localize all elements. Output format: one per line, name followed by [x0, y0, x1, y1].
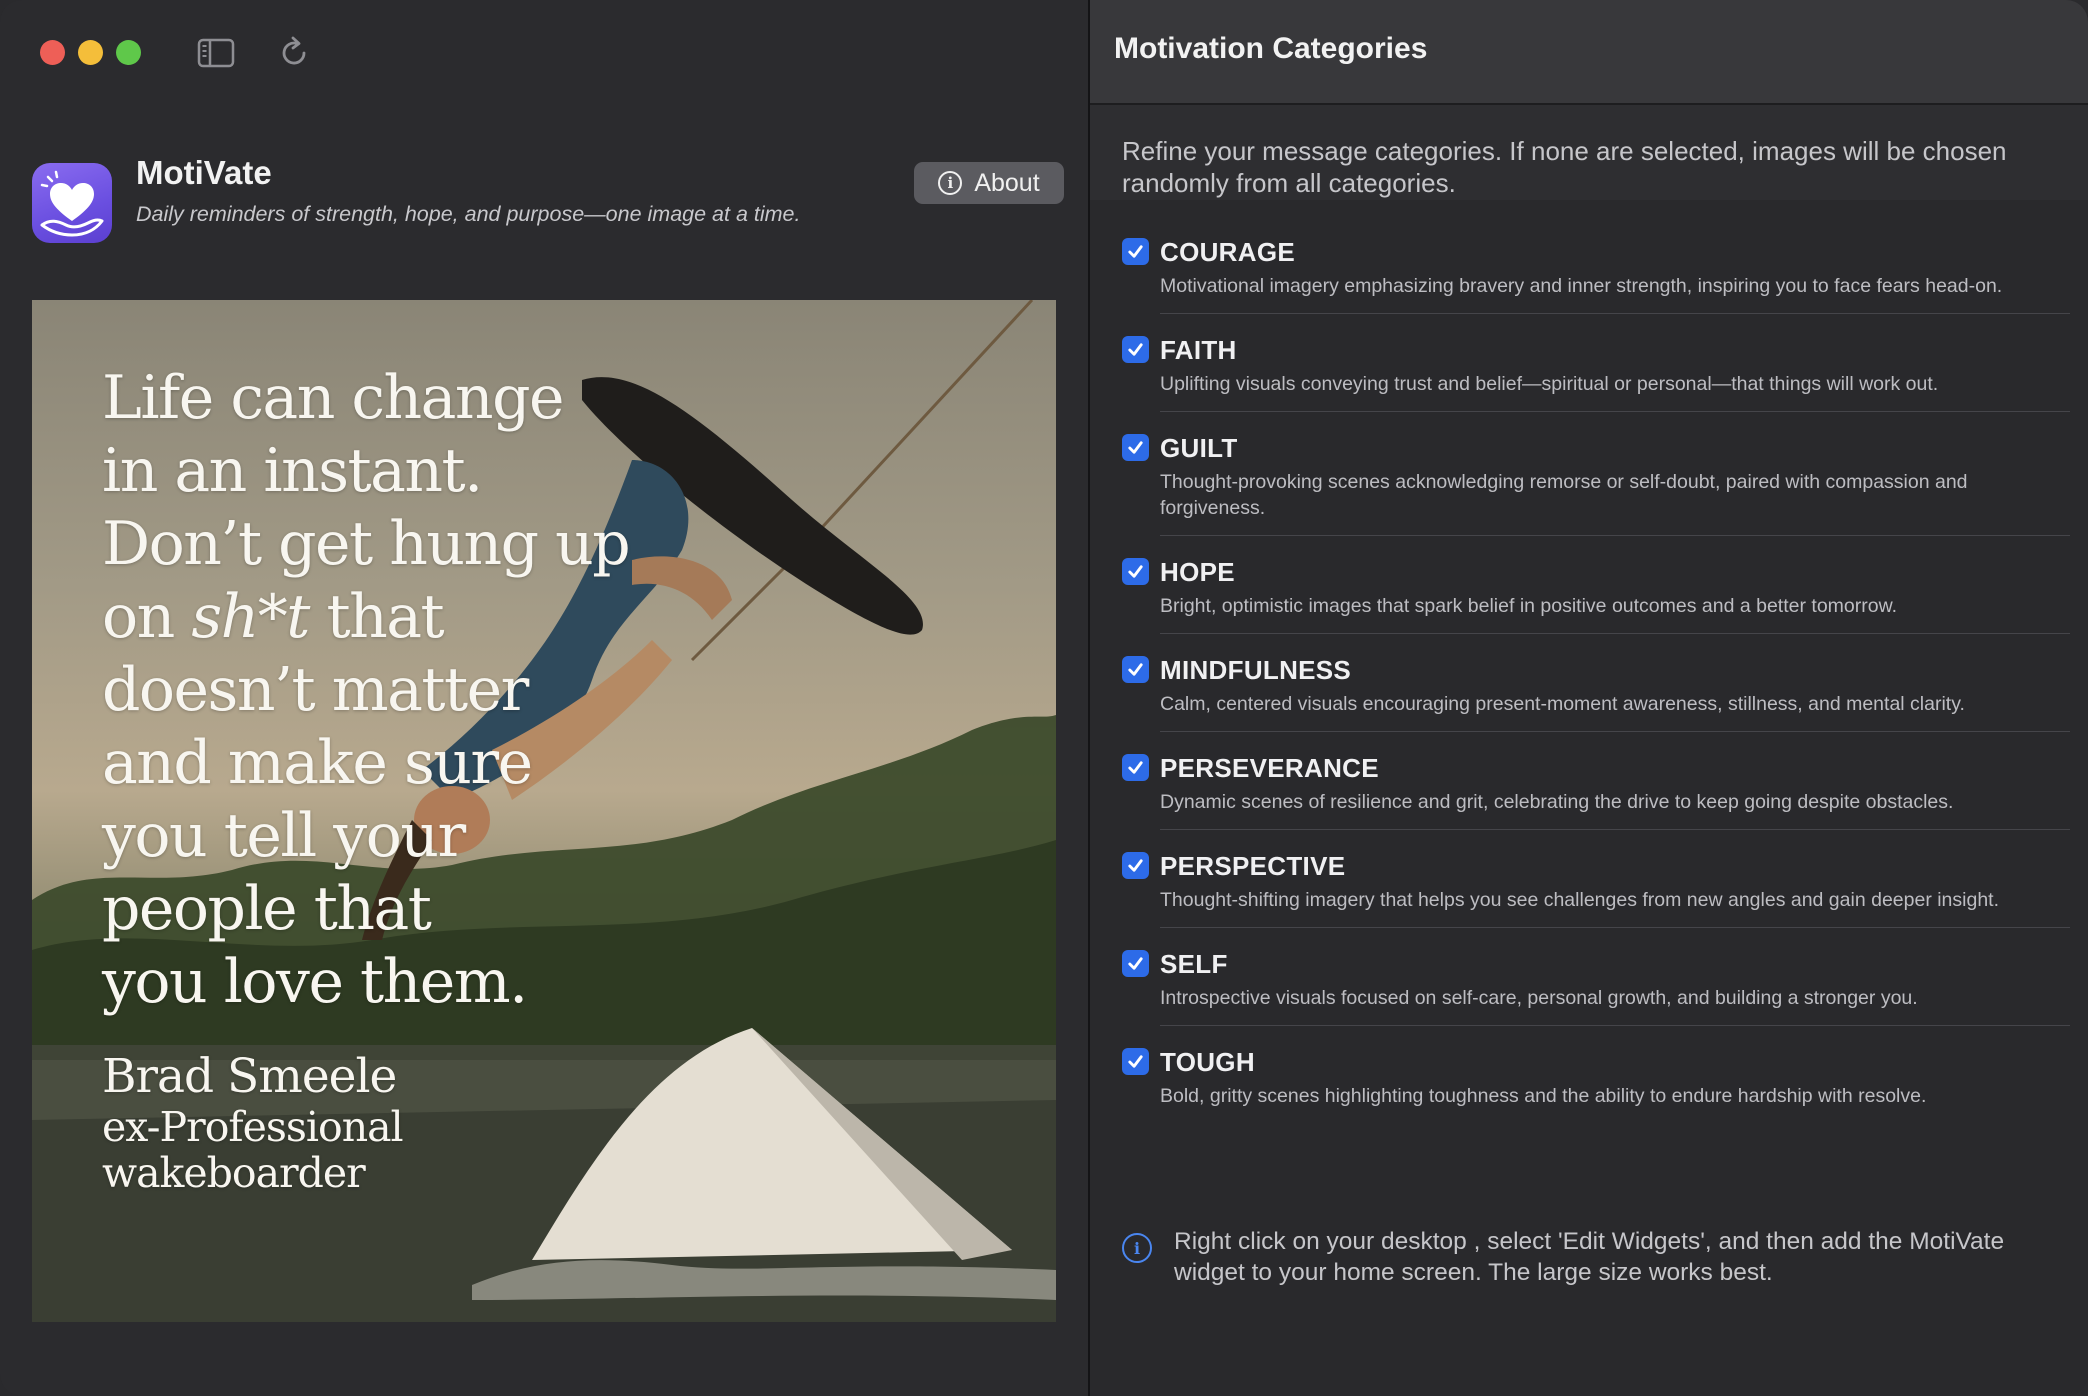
checkmark-icon: [1128, 859, 1143, 872]
category-description: Uplifting visuals conveying trust and be…: [1160, 373, 1939, 395]
hint-text: Right click on your desktop , select 'Ed…: [1174, 1228, 2005, 1286]
category-description: Thought-shifting imagery that helps you …: [1160, 889, 2000, 911]
zoom-button[interactable]: [116, 40, 141, 65]
category-divider: [1160, 535, 2070, 536]
category-item-mindfulness: MINDFULNESS Calm, centered visuals encour…: [1122, 652, 2070, 717]
motivation-image: Life can change in an instant. Don’t get…: [32, 300, 1056, 1322]
quote-line: doesn’t matter: [102, 655, 529, 725]
checkmark-icon: [1128, 1055, 1143, 1068]
intro-banner: Refine your message categories. If none …: [1090, 105, 2088, 200]
category-item-hope: HOPE Bright, optimistic images that spark…: [1122, 554, 2070, 619]
quote-text: Life can change in an instant. Don’t get…: [102, 362, 662, 1019]
checkmark-icon: [1128, 761, 1143, 774]
category-checkbox[interactable]: [1122, 754, 1149, 781]
category-item-guilt: GUILT Thought-provoking scenes acknowledg…: [1122, 430, 2070, 521]
app-header: MotiVate Daily reminders of strength, ho…: [32, 150, 1064, 260]
quote-line: Don’t get hung up: [102, 509, 631, 579]
category-item-perspective: PERSPECTIVE Thought-shifting imagery that…: [1122, 848, 2070, 913]
quote-line: you love them.: [102, 947, 528, 1017]
category-checkbox[interactable]: [1122, 852, 1149, 879]
author-name: Brad Smeele: [102, 1049, 397, 1104]
category-name: PERSEVERANCE: [1160, 753, 1379, 783]
sidebar-pane: MotiVate Daily reminders of strength, ho…: [0, 0, 1088, 1396]
category-name: SELF: [1160, 949, 1228, 979]
minimize-button[interactable]: [78, 40, 103, 65]
author-role: wakeboarder: [102, 1149, 366, 1197]
quote-line: in an instant.: [102, 436, 483, 506]
quote-line: you tell your: [102, 801, 466, 871]
category-name: PERSPECTIVE: [1160, 851, 1346, 881]
category-list: COURAGE Motivational imagery emphasizing …: [1122, 234, 2070, 1109]
category-description: Bright, optimistic images that spark bel…: [1160, 595, 1898, 617]
category-description: Dynamic scenes of resilience and grit, c…: [1160, 791, 1954, 813]
category-checkbox[interactable]: [1122, 434, 1149, 461]
quote-fragment: on: [102, 582, 192, 652]
category-divider: [1160, 313, 2070, 314]
widget-hint: i Right click on your desktop , select '…: [1122, 1226, 2072, 1288]
category-name: HOPE: [1160, 557, 1235, 587]
category-description: Bold, gritty scenes highlighting toughne…: [1160, 1085, 1927, 1107]
pane-titlebar: Motivation Categories: [1090, 0, 2088, 105]
info-icon: i: [938, 171, 963, 195]
category-description: Motivational imagery emphasizing bravery…: [1160, 275, 2003, 297]
category-description: Calm, centered visuals encouraging prese…: [1160, 693, 1965, 715]
category-divider: [1160, 927, 2070, 928]
about-button[interactable]: i About: [914, 162, 1064, 204]
categories-pane: Motivation Categories Refine your messag…: [1090, 0, 2088, 1396]
category-item-self: SELF Introspective visuals focused on sel…: [1122, 946, 2070, 1011]
checkmark-icon: [1128, 441, 1143, 454]
window-controls: [40, 40, 141, 65]
checkmark-icon: [1128, 957, 1143, 970]
category-checkbox[interactable]: [1122, 656, 1149, 683]
category-checkbox[interactable]: [1122, 558, 1149, 585]
category-name: FAITH: [1160, 335, 1237, 365]
sidebar-toggle-icon[interactable]: [196, 33, 236, 73]
category-divider: [1160, 633, 2070, 634]
category-divider: [1160, 731, 2070, 732]
quote-emphasis: sh*t: [191, 582, 310, 652]
category-name: TOUGH: [1160, 1047, 1255, 1077]
checkmark-icon: [1128, 663, 1143, 676]
category-checkbox[interactable]: [1122, 238, 1149, 265]
checkmark-icon: [1128, 343, 1143, 356]
category-item-perseverance: PERSEVERANCE Dynamic scenes of resilience…: [1122, 750, 2070, 815]
category-item-courage: COURAGE Motivational imagery emphasizing …: [1122, 234, 2070, 299]
category-checkbox[interactable]: [1122, 1048, 1149, 1075]
category-name: MINDFULNESS: [1160, 655, 1352, 685]
quote-line: and make sure: [102, 728, 533, 798]
category-name: GUILT: [1160, 433, 1238, 463]
quote-line: on sh*t that: [102, 581, 662, 654]
quote-line: people that: [102, 874, 432, 944]
category-checkbox[interactable]: [1122, 950, 1149, 977]
reload-icon[interactable]: [274, 33, 314, 73]
category-description: Introspective visuals focused on self-ca…: [1160, 987, 1918, 1009]
checkmark-icon: [1128, 245, 1143, 258]
category-divider: [1160, 829, 2070, 830]
app-tagline: Daily reminders of strength, hope, and p…: [136, 202, 801, 226]
close-button[interactable]: [40, 40, 65, 65]
category-checkbox[interactable]: [1122, 336, 1149, 363]
heart-hand-icon: [32, 163, 112, 243]
intro-text: Refine your message categories. If none …: [1122, 136, 2007, 198]
category-item-tough: TOUGH Bold, gritty scenes highlighting to…: [1122, 1044, 2070, 1109]
category-name: COURAGE: [1160, 237, 1295, 267]
checkmark-icon: [1128, 565, 1143, 578]
category-description: Thought-provoking scenes acknowledging r…: [1160, 471, 1968, 519]
about-button-label: About: [974, 168, 1040, 197]
app-window: MotiVate Daily reminders of strength, ho…: [0, 0, 2088, 1396]
author-role: ex-Professional: [102, 1103, 404, 1151]
page-title: Motivation Categories: [1114, 32, 1428, 65]
quote-line: Life can change: [102, 363, 565, 433]
category-divider: [1160, 411, 2070, 412]
category-divider: [1160, 1025, 2070, 1026]
category-item-faith: FAITH Uplifting visuals conveying trust a…: [1122, 332, 2070, 397]
app-title: MotiVate: [136, 154, 272, 191]
quote-author: Brad Smeele ex-Professional wakeboarder: [102, 1049, 522, 1197]
info-icon: i: [1122, 1233, 1152, 1263]
quote-fragment: that: [308, 582, 444, 652]
